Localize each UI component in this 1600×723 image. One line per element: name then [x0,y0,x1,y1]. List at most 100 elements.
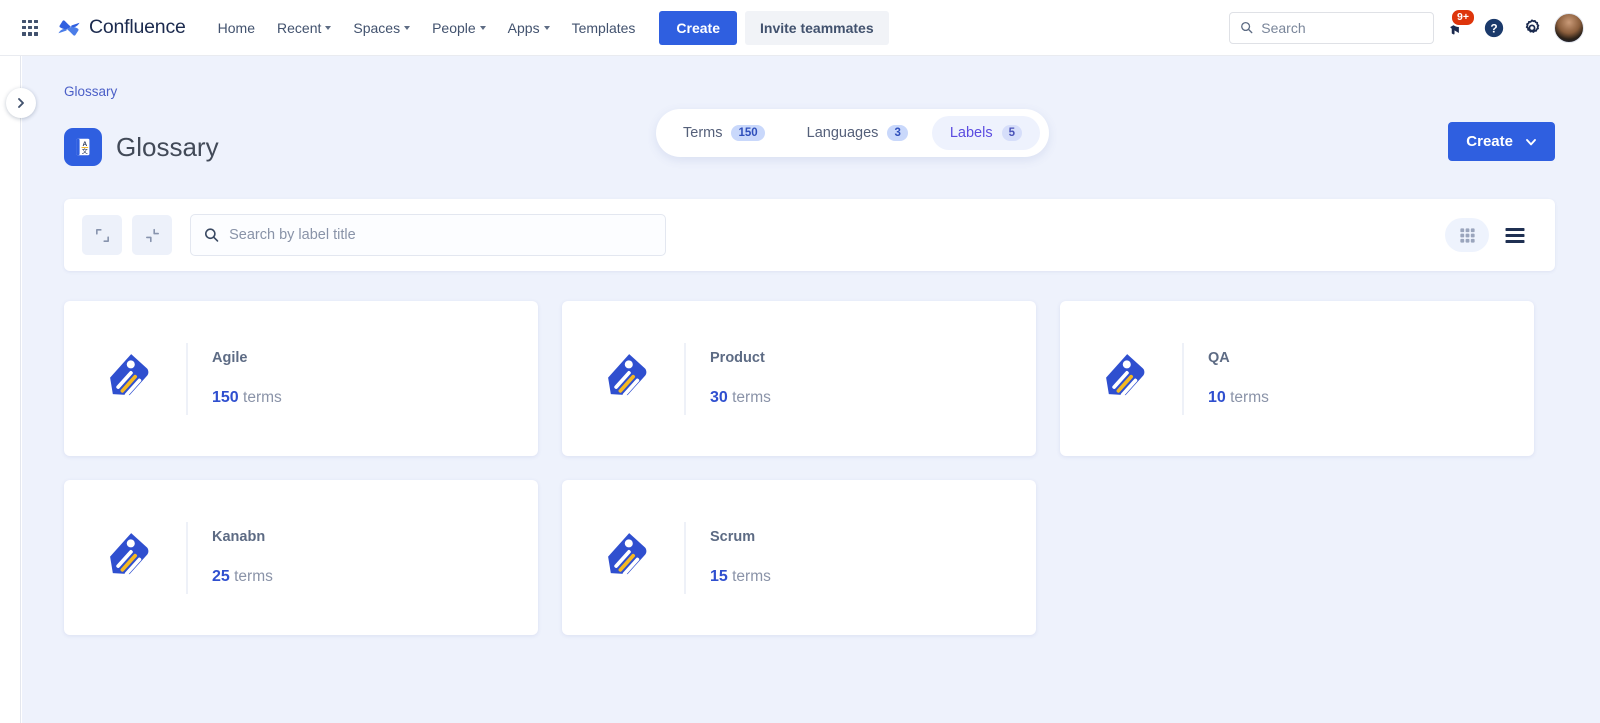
nav-item-apps[interactable]: Apps [498,13,560,43]
card-divider [186,521,188,594]
card-divider [684,521,686,594]
label-search-field[interactable] [190,214,666,256]
label-title: Product [710,350,765,366]
help-icon: ? [1484,18,1504,37]
view-tabs: Terms 150 Languages 3 Labels 5 [656,109,1049,157]
search-icon [1241,21,1253,34]
nav-item-spaces[interactable]: Spaces [343,13,420,43]
svg-text:文: 文 [82,148,88,156]
view-mode-toggle [1445,218,1537,252]
label-card[interactable]: Scrum 15 terms [562,480,1036,635]
chevron-down-icon [479,26,486,30]
label-term-count: 10 terms [1208,389,1269,407]
nav-right-cluster: 9+ ? [1229,7,1600,44]
chevron-down-icon [543,26,550,30]
term-count-value: 15 [710,568,728,585]
label-title: Kanabn [212,529,266,545]
nav-item-people[interactable]: People [422,13,496,43]
top-navigation-bar: Confluence Home Recent Spaces People App… [0,0,1600,56]
label-term-count: 30 terms [710,389,771,407]
label-term-count: 150 terms [212,389,282,407]
tab-label: Labels [949,125,993,141]
sidebar-expand-button[interactable] [6,88,36,118]
label-card-grid: Agile 150 terms Product 30 terms QA 10 t… [64,301,1558,635]
invite-teammates-button[interactable]: Invite teammates [745,10,889,45]
term-count-unit: terms [732,568,771,585]
term-count-unit: terms [234,568,273,585]
chevron-right-icon [18,98,24,108]
create-label-button[interactable]: Create [1448,122,1555,161]
breadcrumb[interactable]: Glossary [64,84,1600,99]
page-title: Glossary [116,131,219,162]
label-title: Agile [212,350,248,366]
notifications-button[interactable]: 9+ [1440,7,1476,44]
svg-text:?: ? [1490,21,1497,35]
nav-label: People [432,19,476,36]
chevron-down-icon [1526,138,1536,145]
create-button-label: Create [1466,133,1513,150]
label-term-count: 25 terms [212,568,273,586]
tab-count-badge: 150 [731,125,765,141]
help-button[interactable]: ? [1478,12,1510,44]
nav-label: Recent [277,19,322,36]
tag-icon [608,532,647,576]
nav-label: Home [217,19,256,36]
label-card[interactable]: Kanabn 25 terms [64,480,538,635]
settings-button[interactable] [1516,12,1548,44]
list-view-button[interactable] [1493,218,1537,252]
global-search-input[interactable] [1261,19,1423,36]
main-nav-links: Home Recent Spaces People Apps Templates [208,13,646,43]
tab-labels[interactable]: Labels 5 [931,116,1040,150]
nav-label: Apps [507,19,540,36]
grid-view-button[interactable] [1445,218,1489,252]
avatar[interactable] [1554,12,1584,43]
label-card[interactable]: Product 30 terms [562,301,1036,456]
global-search[interactable] [1229,11,1434,44]
tag-icon [1106,353,1145,397]
grid-view-icon [1459,227,1475,243]
page-header-row: A 文 Glossary Terms 150 Languages 3 Label… [64,109,1600,169]
label-term-count: 15 terms [710,568,771,586]
collapse-icon[interactable] [132,215,172,255]
label-card[interactable]: QA 10 terms [1060,301,1534,456]
label-title: QA [1208,350,1230,366]
label-toolbar [64,199,1555,271]
tag-icon [110,532,149,576]
label-search-input[interactable] [229,227,652,243]
collapsed-sidebar-rail [0,56,21,723]
tab-count-badge: 3 [887,125,908,141]
nav-item-home[interactable]: Home [208,13,265,43]
search-icon [204,228,219,242]
notification-count-badge: 9+ [1450,7,1476,27]
tab-languages[interactable]: Languages 3 [789,116,926,150]
tag-icon [110,353,149,397]
svg-text:A: A [83,141,88,148]
term-count-value: 150 [212,389,239,406]
brand-name: Confluence [89,16,186,38]
chevron-down-icon [325,26,332,30]
chevron-down-icon [404,26,411,30]
tab-label: Terms [683,125,723,141]
nav-item-templates[interactable]: Templates [562,13,646,43]
term-count-unit: terms [732,389,771,406]
tab-terms[interactable]: Terms 150 [665,116,783,150]
term-count-unit: terms [1230,389,1269,406]
confluence-logo-icon [58,19,80,36]
term-count-value: 30 [710,389,728,406]
tag-icon [608,353,647,397]
global-create-button[interactable]: Create [659,10,737,45]
grid-apps-icon[interactable] [14,12,46,44]
nav-label: Templates [571,19,636,36]
list-view-icon [1505,227,1525,243]
nav-label: Spaces [353,19,401,36]
card-divider [1182,342,1184,415]
tab-label: Languages [806,125,879,141]
expand-icon[interactable] [82,215,122,255]
term-count-unit: terms [243,389,282,406]
confluence-home-link[interactable]: Confluence [56,15,186,41]
label-card[interactable]: Agile 150 terms [64,301,538,456]
term-count-value: 25 [212,568,230,585]
tab-count-badge: 5 [1001,125,1022,141]
settings-gear-icon [1525,18,1540,33]
nav-item-recent[interactable]: Recent [267,13,341,43]
